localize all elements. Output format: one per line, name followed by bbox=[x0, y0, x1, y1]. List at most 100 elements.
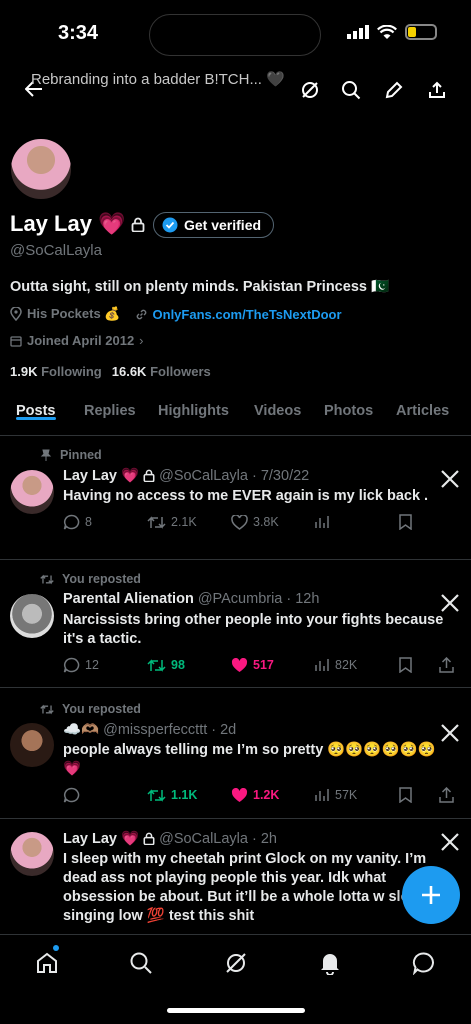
views-button[interactable] bbox=[315, 515, 399, 529]
website-link[interactable]: OnlyFans.com/TheTsNextDoor bbox=[153, 307, 342, 322]
tab-articles[interactable]: Articles bbox=[396, 396, 449, 419]
location-text: His Pockets 💰 bbox=[27, 306, 121, 321]
search-icon bbox=[130, 952, 152, 974]
edit-profile-button[interactable] bbox=[380, 76, 408, 104]
post-item[interactable]: Lay Lay 💗 @SoCalLayla · 2h I sleep with … bbox=[0, 820, 471, 940]
share-post-button[interactable] bbox=[439, 657, 454, 673]
reply-count: 8 bbox=[85, 515, 92, 529]
post-author-handle[interactable]: @SoCalLayla bbox=[159, 831, 248, 847]
like-button[interactable]: 3.8K bbox=[231, 514, 315, 530]
reply-icon bbox=[63, 657, 80, 673]
bookmark-button[interactable] bbox=[399, 514, 439, 530]
post-date: · 2d bbox=[211, 721, 237, 738]
nav-notifications[interactable] bbox=[316, 949, 344, 977]
share-icon bbox=[429, 81, 445, 98]
views-button[interactable]: 82K bbox=[315, 658, 399, 672]
views-button[interactable]: 57K bbox=[315, 788, 399, 802]
avatar[interactable] bbox=[10, 723, 54, 767]
reply-icon bbox=[63, 787, 80, 803]
post-date: · 7/30/22 bbox=[251, 467, 310, 484]
battery-icon bbox=[405, 24, 437, 40]
post-author-handle[interactable]: @missperfeccttt bbox=[103, 722, 207, 738]
compose-post-button[interactable] bbox=[402, 866, 460, 924]
tab-highlights[interactable]: Highlights bbox=[158, 396, 229, 419]
lock-icon bbox=[143, 469, 155, 482]
lock-icon bbox=[143, 832, 155, 845]
bookmark-button[interactable] bbox=[399, 787, 439, 803]
post-author-name[interactable]: Lay Lay 💗 bbox=[63, 830, 139, 847]
post-context: You reposted bbox=[40, 572, 141, 586]
heart-icon bbox=[231, 514, 248, 530]
signal-icon bbox=[347, 25, 369, 39]
share-button[interactable] bbox=[423, 76, 451, 104]
post-header: Parental Alienation @PAcumbria · 12h bbox=[63, 591, 319, 607]
chat-icon bbox=[412, 952, 434, 975]
tab-posts[interactable]: Posts bbox=[16, 396, 56, 420]
profile-name-emoji: 💗 bbox=[97, 211, 126, 236]
like-button[interactable]: 1.2K bbox=[231, 787, 315, 803]
profile-tabs: Posts Replies Highlights Videos Photos A… bbox=[0, 396, 471, 436]
profile-handle: @SoCalLayla bbox=[10, 242, 102, 259]
grok-icon bbox=[226, 953, 246, 973]
x-logo-icon bbox=[441, 470, 459, 488]
post-text: I sleep with my cheetah print Glock on m… bbox=[63, 851, 427, 924]
reply-button[interactable] bbox=[63, 787, 147, 803]
bookmark-icon bbox=[399, 657, 412, 673]
following-label: Following bbox=[41, 364, 102, 379]
post-item[interactable]: You reposted ☁️🫶🏽 @missperfeccttt · 2d p… bbox=[0, 689, 471, 819]
repost-count: 1.1K bbox=[171, 788, 198, 802]
post-context-label: You reposted bbox=[62, 572, 141, 586]
tab-replies[interactable]: Replies bbox=[84, 396, 136, 419]
verified-badge-icon bbox=[162, 217, 178, 233]
post-context-label: Pinned bbox=[60, 448, 102, 462]
like-button[interactable]: 517 bbox=[231, 657, 315, 673]
avatar[interactable] bbox=[10, 594, 54, 638]
search-button[interactable] bbox=[337, 76, 365, 104]
bookmark-button[interactable] bbox=[399, 657, 439, 673]
bookmark-icon bbox=[399, 787, 412, 803]
post-author-name[interactable]: Lay Lay 💗 bbox=[63, 467, 139, 484]
x-logo-icon bbox=[441, 833, 459, 851]
post-text: people always telling me I’m so pretty 🥺… bbox=[63, 742, 436, 777]
tab-videos[interactable]: Videos bbox=[254, 396, 301, 419]
repost-button[interactable]: 2.1K bbox=[147, 515, 231, 530]
share-post-button[interactable] bbox=[439, 787, 454, 803]
heart-filled-icon bbox=[231, 657, 248, 672]
home-indicator bbox=[167, 1008, 305, 1013]
post-author-handle[interactable]: @PAcumbria bbox=[198, 591, 283, 607]
post-author-name[interactable]: Parental Alienation bbox=[63, 591, 194, 607]
reply-button[interactable]: 12 bbox=[63, 657, 147, 673]
pin-icon bbox=[40, 449, 52, 461]
like-count: 517 bbox=[253, 658, 274, 672]
repost-icon bbox=[147, 515, 166, 529]
heart-filled-icon bbox=[231, 787, 248, 802]
joined-text: Joined April 2012 bbox=[27, 333, 135, 348]
joined-date[interactable]: Joined April 2012 › bbox=[10, 333, 144, 348]
followers-count: 16.6K bbox=[111, 364, 147, 379]
nav-home[interactable] bbox=[33, 949, 61, 977]
nav-search[interactable] bbox=[127, 949, 155, 977]
tab-photos[interactable]: Photos bbox=[324, 396, 373, 419]
repost-button[interactable]: 1.1K bbox=[147, 788, 231, 803]
reply-button[interactable]: 8 bbox=[63, 514, 147, 530]
location-pin-icon bbox=[10, 307, 22, 321]
website[interactable]: OnlyFans.com/TheTsNextDoor bbox=[135, 307, 342, 322]
dynamic-island bbox=[149, 14, 321, 56]
post-author-name[interactable]: ☁️🫶🏽 bbox=[63, 721, 99, 738]
post-item[interactable]: You reposted Parental Alienation @PAcumb… bbox=[0, 561, 471, 688]
nav-messages[interactable] bbox=[410, 949, 438, 977]
get-verified-button[interactable]: Get verified bbox=[153, 212, 275, 238]
followers-link[interactable]: 16.6K Followers bbox=[112, 364, 211, 379]
profile-avatar[interactable] bbox=[9, 137, 73, 201]
repost-button[interactable]: 98 bbox=[147, 658, 231, 673]
grok-button[interactable] bbox=[296, 76, 324, 104]
follow-stats: 1.9K Following 16.6K Followers bbox=[10, 364, 211, 379]
following-link[interactable]: 1.9K Following bbox=[10, 364, 102, 379]
post-author-handle[interactable]: @SoCalLayla bbox=[159, 468, 248, 484]
reply-icon bbox=[63, 514, 80, 530]
post-item[interactable]: Pinned Lay Lay 💗 @SoCalLayla · 7/30/22 H… bbox=[0, 437, 471, 560]
avatar[interactable] bbox=[10, 470, 54, 514]
plus-icon bbox=[422, 886, 440, 904]
avatar[interactable] bbox=[10, 832, 54, 876]
nav-grok[interactable] bbox=[222, 949, 250, 977]
